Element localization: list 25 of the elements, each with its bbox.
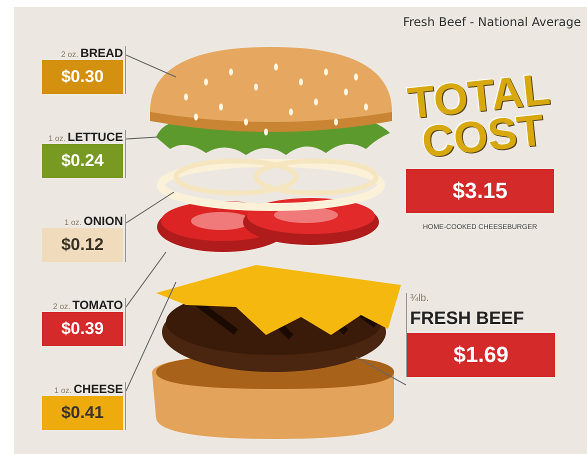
ingredient-amount: 2 oz. — [60, 50, 78, 59]
ingredient-amount: 2 oz. — [52, 302, 70, 311]
ingredient-price: $0.24 — [42, 144, 123, 178]
ingredient-price: $0.41 — [42, 396, 123, 430]
report-title: Fresh Beef - National Average — [402, 15, 581, 29]
beef-name: FRESH BEEF — [409, 308, 526, 329]
total-cost-heading: TOTAL COST — [404, 69, 554, 165]
ingredient-name: TOMATO — [72, 298, 123, 312]
ingredient-price: $0.12 — [42, 228, 123, 262]
ingredient-name: BREAD — [80, 46, 123, 60]
ingredient-price: $0.39 — [42, 312, 123, 346]
beef-amount: ¾lb. — [409, 293, 430, 304]
ingredient-name: CHEESE — [74, 382, 123, 396]
ingredient-name: LETTUCE — [68, 130, 123, 144]
ingredient-price: $0.30 — [42, 60, 123, 94]
leader-line — [126, 136, 158, 140]
leader-line — [126, 54, 176, 78]
total-price: $3.15 — [406, 169, 554, 213]
ingredient-name: ONION — [84, 214, 123, 228]
ingredient-amount: 1 oz. — [64, 218, 82, 227]
ingredient-amount: 1 oz. — [54, 386, 72, 395]
beef-price: $1.69 — [407, 333, 555, 377]
ingredient-amount: 1 oz. — [48, 134, 66, 143]
leader-line — [126, 192, 174, 224]
leader-line — [356, 356, 406, 386]
